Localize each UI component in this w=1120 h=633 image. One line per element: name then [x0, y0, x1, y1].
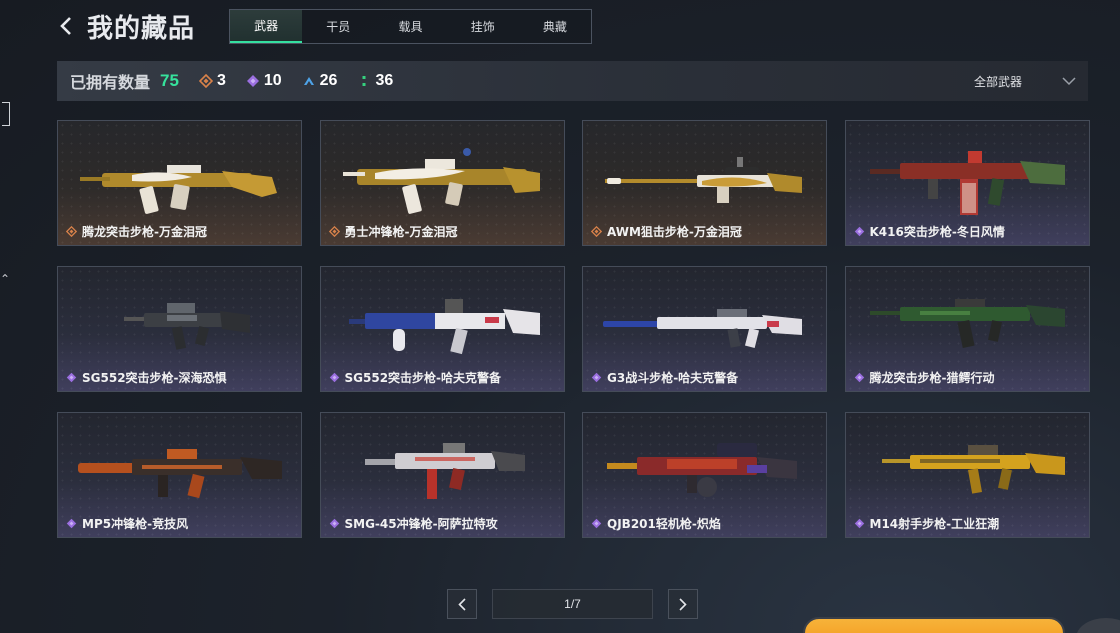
item-card[interactable]: SG552突击步枪-哈夫克警备	[319, 266, 565, 392]
item-card[interactable]: QJB201轻机枪-炽焰	[582, 412, 827, 538]
prev-page-button[interactable]	[447, 589, 477, 619]
pagination: 1/7	[447, 589, 698, 619]
orange-diamond-icon	[591, 226, 602, 237]
rarity-count-value: 36	[375, 72, 394, 89]
round-button[interactable]	[1076, 618, 1120, 633]
purple-diamond-icon	[66, 518, 77, 529]
smg-skin-image	[78, 449, 282, 499]
rifle-skin-image	[869, 299, 1065, 348]
orange-diamond-icon	[328, 226, 340, 237]
item-name: 腾龙突击步枪-猎鳄行动	[869, 371, 995, 385]
item-name: AWM狙击步枪-万金泪冠	[607, 225, 742, 239]
smg-skin-image	[342, 148, 540, 214]
green-dots-icon	[362, 76, 366, 86]
chevron-left-icon	[458, 597, 466, 611]
purple-diamond-icon	[854, 226, 864, 237]
purple-diamond-icon	[854, 518, 864, 529]
blue-chevron-icon	[303, 77, 314, 85]
item-label: SG552突击步枪-深海恐惧	[66, 369, 227, 386]
item-label: M14射手步枪-工业狂潮	[854, 515, 1000, 532]
purple-diamond-icon	[591, 518, 602, 529]
rifle-skin-image	[603, 309, 802, 348]
rifle-skin-image	[348, 299, 540, 355]
item-card[interactable]: G3战斗步枪-哈夫克警备	[582, 266, 827, 392]
lmg-skin-image	[607, 443, 797, 497]
item-name: MP5冲锋枪-竞技风	[82, 517, 189, 531]
purple-diamond-icon	[591, 372, 602, 383]
item-label: QJB201轻机枪-炽焰	[591, 515, 721, 532]
action-button[interactable]	[803, 617, 1065, 633]
rarity-count-blue: 26	[302, 72, 338, 90]
next-page-button[interactable]	[668, 589, 698, 619]
item-card[interactable]: SG552突击步枪-深海恐惧	[57, 266, 302, 392]
item-name: 腾龙突击步枪-万金泪冠	[82, 225, 207, 239]
purple-diamond-icon	[66, 372, 77, 383]
caret-up-icon[interactable]: ⌃	[0, 272, 10, 286]
tab-operators[interactable]: 干员	[302, 10, 374, 43]
item-label: 腾龙突击步枪-万金泪冠	[66, 223, 207, 240]
rarity-count-value: 3	[216, 72, 226, 89]
page-header: 我的藏品	[57, 8, 195, 44]
item-name: SG552突击步枪-哈夫克警备	[344, 371, 502, 385]
item-card[interactable]: 腾龙突击步枪-猎鳄行动	[844, 266, 1090, 392]
item-name: K416突击步枪-冬日风情	[869, 225, 1005, 239]
item-label: K416突击步枪-冬日风情	[854, 223, 1005, 240]
item-name: QJB201轻机枪-炽焰	[607, 517, 721, 531]
weapon-filter-dropdown[interactable]: 全部武器	[974, 61, 1076, 101]
chevron-right-icon	[679, 597, 687, 611]
tab-charms[interactable]: 挂饰	[447, 10, 519, 43]
marksman-rifle-skin-image	[881, 445, 1065, 494]
page-title: 我的藏品	[87, 13, 196, 44]
item-card[interactable]: MP5冲锋枪-竞技风	[57, 412, 302, 538]
item-label: AWM狙击步枪-万金泪冠	[591, 223, 742, 240]
rifle-skin-image	[80, 165, 277, 214]
rarity-count-value: 10	[263, 72, 282, 89]
item-card[interactable]: AWM狙击步枪-万金泪冠	[582, 120, 827, 246]
rarity-count-orange: 3	[198, 72, 226, 90]
orange-diamond-icon	[66, 226, 77, 237]
filter-label: 全部武器	[973, 74, 1022, 89]
purple-diamond-icon	[329, 372, 339, 383]
rifle-skin-image	[124, 303, 250, 350]
side-panel-handle[interactable]	[2, 102, 10, 126]
item-grid: 腾龙突击步枪-万金泪冠 勇士冲锋枪-万金泪冠 AWM狙击步枪-万金泪冠 K416…	[57, 120, 1090, 538]
item-name: M14射手步枪-工业狂潮	[869, 517, 1000, 531]
page-indicator: 1/7	[492, 589, 653, 619]
tab-collection[interactable]: 典藏	[519, 10, 591, 43]
item-card[interactable]: SMG-45冲锋枪-阿萨拉特攻	[319, 412, 565, 538]
rarity-count-value: 26	[319, 72, 338, 89]
item-name: SG552突击步枪-深海恐惧	[82, 371, 227, 385]
smg-skin-image	[364, 443, 525, 499]
item-label: SMG-45冲锋枪-阿萨拉特攻	[329, 515, 498, 532]
rarity-count-purple: 10	[246, 72, 282, 90]
orange-diamond-icon	[198, 74, 213, 88]
tab-vehicles[interactable]: 载具	[374, 10, 446, 43]
sniper-skin-image	[605, 157, 802, 203]
purple-diamond-icon	[854, 372, 864, 383]
item-name: SMG-45冲锋枪-阿萨拉特攻	[344, 517, 498, 531]
item-label: G3战斗步枪-哈夫克警备	[591, 369, 738, 386]
item-label: 勇士冲锋枪-万金泪冠	[328, 223, 458, 240]
chevron-down-icon	[1062, 77, 1076, 86]
stats-bar: 已拥有数量 75 3 10 26 36 全部武器	[57, 61, 1088, 101]
item-name: G3战斗步枪-哈夫克警备	[607, 371, 739, 385]
item-card[interactable]: M14射手步枪-工业狂潮	[844, 412, 1090, 538]
back-button[interactable]	[57, 8, 75, 44]
item-label: SG552突击步枪-哈夫克警备	[329, 369, 502, 386]
chevron-left-icon	[60, 17, 71, 35]
item-card[interactable]: 腾龙突击步枪-万金泪冠	[57, 120, 302, 246]
rifle-skin-image	[869, 151, 1065, 215]
category-tabs: 武器 干员 载具 挂饰 典藏	[229, 9, 592, 44]
item-label: MP5冲锋枪-竞技风	[66, 515, 188, 532]
item-card[interactable]: K416突击步枪-冬日风情	[844, 120, 1090, 246]
owned-count: 75	[160, 71, 179, 90]
item-label: 腾龙突击步枪-猎鳄行动	[854, 369, 995, 386]
purple-diamond-icon	[246, 75, 259, 87]
owned-label: 已拥有数量	[70, 73, 151, 92]
purple-diamond-icon	[329, 518, 339, 529]
rarity-count-green: 36	[357, 72, 393, 90]
item-card[interactable]: 勇士冲锋枪-万金泪冠	[319, 120, 565, 246]
item-name: 勇士冲锋枪-万金泪冠	[344, 225, 458, 239]
tab-weapons[interactable]: 武器	[230, 10, 303, 43]
